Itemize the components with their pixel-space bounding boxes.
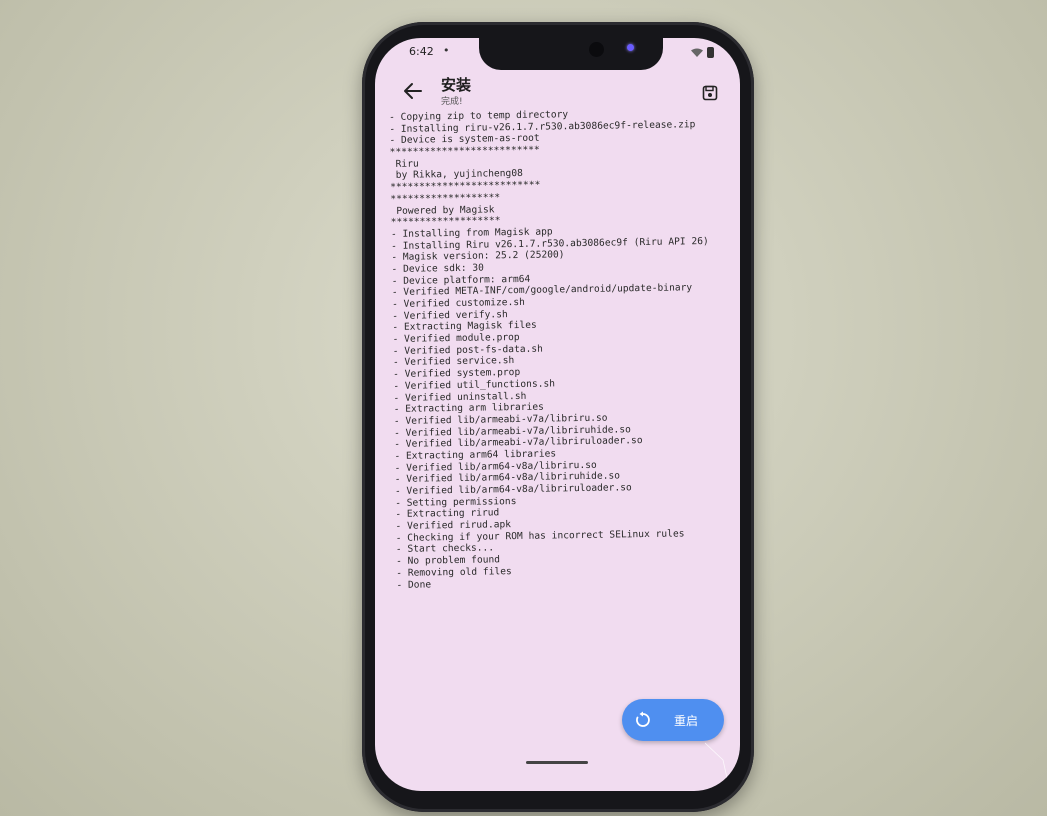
reboot-button-label: 重启 [674,713,699,728]
notch [479,38,663,70]
install-log: - Copying zip to temp directory - Install… [389,107,740,632]
status-time: 6:42 [409,45,434,58]
screen-crack [705,742,738,791]
page-title: 安装 [441,76,472,94]
reboot-button[interactable]: 重启 [622,699,724,741]
phone-screen: 6:42 • 安装 完成! - Copying zip to temp dire… [375,38,740,791]
front-camera [589,42,604,57]
status-notification-dot: • [443,44,450,57]
status-icons [691,47,714,58]
wifi-icon [691,48,703,57]
phone-frame: 6:42 • 安装 完成! - Copying zip to temp dire… [362,22,754,812]
gesture-nav-handle[interactable] [526,761,588,764]
proximity-sensor [627,44,634,51]
app-bar: 安装 完成! [375,72,740,112]
restart-icon [636,711,650,727]
battery-icon [707,47,714,58]
save-icon[interactable] [702,85,718,101]
page-subtitle: 完成! [441,97,463,107]
back-arrow-icon[interactable] [403,82,423,100]
